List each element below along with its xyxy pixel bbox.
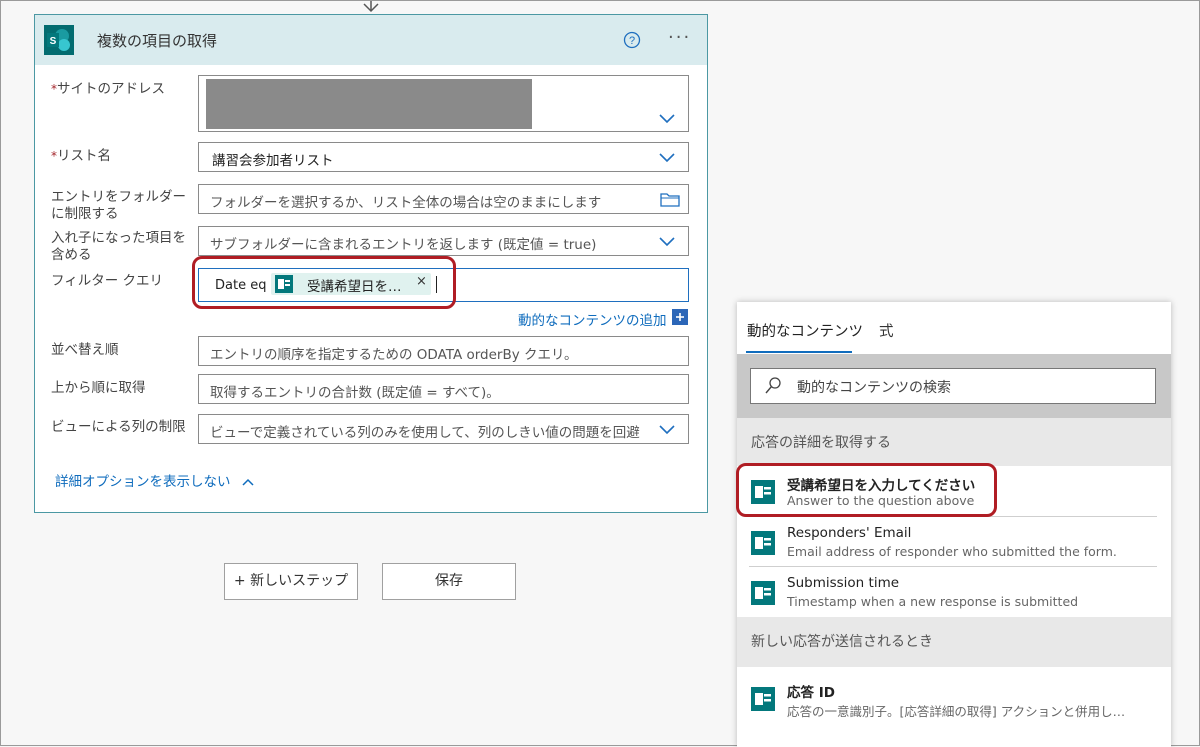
folder-placeholder: フォルダーを選択するか、リスト全体の場合は空のままにします bbox=[210, 195, 602, 211]
order-by-placeholder: エントリの順序を指定するための ODATA orderBy クエリ。 bbox=[210, 347, 578, 363]
order-by-input[interactable]: エントリの順序を指定するための ODATA orderBy クエリ。 bbox=[198, 336, 689, 366]
svg-text:S: S bbox=[50, 36, 57, 47]
top-count-placeholder: 取得するエントリの合計数 (既定値 = すべて)。 bbox=[210, 385, 500, 401]
item-description: 応答の一意識別子。[応答詳細の取得] アクションと併用し… bbox=[787, 704, 1126, 719]
forms-icon bbox=[751, 687, 775, 711]
tab-dynamic-content[interactable]: 動的なコンテンツ bbox=[747, 320, 863, 341]
dynamic-item[interactable]: Submission time Timestamp when a new res… bbox=[737, 567, 1171, 617]
site-address-dropdown[interactable] bbox=[198, 75, 689, 132]
more-options-icon[interactable]: ··· bbox=[668, 27, 691, 48]
view-limit-dropdown[interactable]: ビューで定義されている列のみを使用して、列のしきい値の問題を回避 bbox=[198, 414, 689, 444]
item-title: 応答 ID bbox=[787, 685, 835, 701]
list-name-dropdown[interactable]: 講習会参加者リスト bbox=[198, 142, 689, 172]
search-input[interactable]: 動的なコンテンツの検索 bbox=[750, 368, 1156, 404]
chevron-down-icon[interactable] bbox=[658, 151, 676, 163]
nested-items-label: 入れ子になった項目を 含める bbox=[51, 230, 186, 263]
connector-arrow-icon bbox=[363, 1, 379, 13]
top-count-input[interactable]: 取得するエントリの合計数 (既定値 = すべて)。 bbox=[198, 374, 689, 404]
canvas: S 複数の項目の取得 ? ··· *サイトのアドレス *リスト名 講習会参加者リ… bbox=[0, 0, 1200, 747]
chevron-down-icon[interactable] bbox=[658, 112, 676, 124]
dynamic-item[interactable]: Responders' Email Email address of respo… bbox=[737, 517, 1171, 567]
chevron-up-icon bbox=[242, 478, 254, 486]
svg-text:?: ? bbox=[629, 35, 635, 47]
filter-query-label: フィルター クエリ bbox=[51, 273, 164, 289]
site-address-label: *サイトのアドレス bbox=[51, 81, 165, 97]
card-header[interactable]: S 複数の項目の取得 ? ··· bbox=[35, 15, 707, 65]
active-tab-indicator bbox=[746, 351, 852, 353]
item-title: Responders' Email bbox=[787, 525, 912, 541]
dynamic-content-panel: 動的なコンテンツ 式 動的なコンテンツの検索 応答の詳細を取得する 受講希望日を… bbox=[737, 302, 1171, 747]
list-name-value: 講習会参加者リスト bbox=[212, 153, 334, 169]
item-description: Email address of responder who submitted… bbox=[787, 544, 1117, 559]
item-description: Timestamp when a new response is submitt… bbox=[787, 594, 1079, 609]
chevron-down-icon[interactable] bbox=[658, 423, 676, 435]
list-name-label: *リスト名 bbox=[51, 148, 111, 164]
search-area: 動的なコンテンツの検索 bbox=[737, 354, 1171, 418]
add-dynamic-content-icon[interactable] bbox=[672, 309, 688, 325]
item-title: Submission time bbox=[787, 575, 900, 591]
dynamic-item[interactable]: 応答 ID 応答の一意識別子。[応答詳細の取得] アクションと併用し… bbox=[737, 667, 1171, 719]
folder-icon[interactable] bbox=[660, 192, 680, 207]
add-dynamic-content-link[interactable]: 動的なコンテンツの追加 bbox=[518, 309, 667, 329]
order-by-label: 並べ替え順 bbox=[51, 342, 119, 358]
item-highlight-box bbox=[736, 463, 997, 517]
sharepoint-icon: S bbox=[44, 25, 74, 55]
section-header: 応答の詳細を取得する bbox=[737, 418, 1171, 466]
chevron-down-icon[interactable] bbox=[658, 235, 676, 247]
section-header: 新しい応答が送信されるとき bbox=[737, 617, 1171, 667]
hide-advanced-options-link[interactable]: 詳細オプションを表示しない bbox=[55, 470, 255, 490]
token-highlight-box bbox=[192, 256, 456, 309]
card-title: 複数の項目の取得 bbox=[97, 32, 218, 50]
folder-label: エントリをフォルダー に制限する bbox=[51, 189, 186, 222]
nested-items-placeholder: サブフォルダーに含まれるエントリを返します (既定値 = true) bbox=[210, 237, 597, 253]
save-button[interactable]: 保存 bbox=[382, 563, 516, 600]
search-placeholder: 動的なコンテンツの検索 bbox=[797, 380, 951, 396]
forms-icon bbox=[751, 581, 775, 605]
folder-input[interactable]: フォルダーを選択するか、リスト全体の場合は空のままにします bbox=[198, 184, 689, 214]
tab-expression[interactable]: 式 bbox=[879, 320, 894, 341]
nested-items-dropdown[interactable]: サブフォルダーに含まれるエントリを返します (既定値 = true) bbox=[198, 226, 689, 256]
new-step-button[interactable]: + 新しいステップ bbox=[224, 563, 358, 600]
redacted-site-url bbox=[206, 79, 532, 129]
view-limit-label: ビューによる列の制限 bbox=[51, 419, 186, 435]
forms-icon bbox=[751, 531, 775, 555]
top-count-label: 上から順に取得 bbox=[51, 380, 146, 396]
view-limit-placeholder: ビューで定義されている列のみを使用して、列のしきい値の問題を回避 bbox=[210, 425, 640, 441]
search-icon bbox=[765, 377, 781, 394]
help-circle-icon[interactable]: ? bbox=[623, 31, 641, 49]
